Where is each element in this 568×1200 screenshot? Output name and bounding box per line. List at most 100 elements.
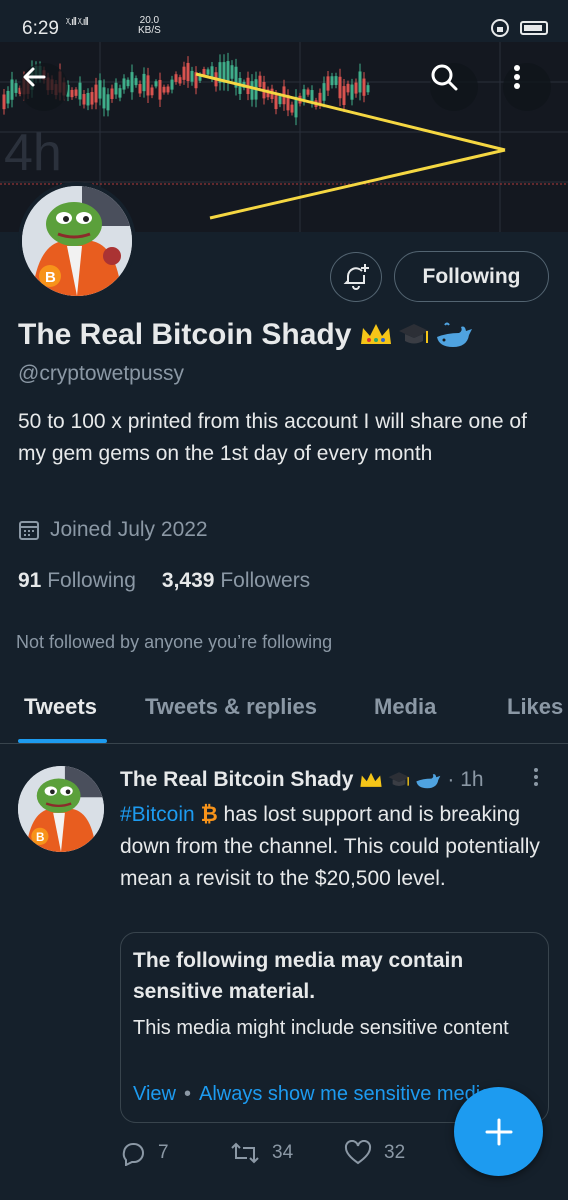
banner-candle-body bbox=[354, 82, 358, 94]
whale-icon bbox=[416, 774, 441, 789]
banner-candle-body bbox=[106, 94, 110, 111]
retweet-icon bbox=[231, 1142, 259, 1164]
banner-candle-body bbox=[326, 76, 330, 91]
tab-tweets[interactable]: Tweets bbox=[24, 694, 97, 720]
banner-candle-body bbox=[362, 78, 366, 96]
lock-rotation-icon bbox=[491, 19, 509, 37]
avatar-bitcoin-badge: B bbox=[45, 269, 56, 286]
active-tab-indicator bbox=[18, 739, 107, 743]
tweet-text: #Bitcoin ₿ has lost support and is break… bbox=[120, 803, 540, 890]
network-speed: 20.0 KB/S bbox=[138, 15, 161, 36]
like-action[interactable]: 32 bbox=[344, 1140, 405, 1166]
crown-icon bbox=[361, 324, 392, 344]
banner-candle-body bbox=[170, 79, 174, 90]
banner-candle-body bbox=[274, 95, 278, 110]
banner-candle-body bbox=[322, 83, 326, 101]
banner-candle-body bbox=[306, 89, 310, 95]
back-button[interactable] bbox=[20, 63, 68, 111]
search-button[interactable] bbox=[430, 63, 478, 111]
bell-plus-icon bbox=[343, 264, 369, 290]
avatar-small-bitcoin-badge: B bbox=[36, 831, 44, 844]
banner-candle-body bbox=[14, 83, 18, 93]
tweet-author-emojis bbox=[359, 770, 441, 790]
banner-candle-body bbox=[118, 88, 122, 98]
banner-candle-body bbox=[334, 76, 338, 85]
banner-candle-body bbox=[70, 89, 74, 98]
not-followed-notice: Not followed by anyone you’re following bbox=[16, 632, 333, 652]
banner-candle-body bbox=[166, 86, 170, 93]
status-right bbox=[490, 18, 548, 38]
tab-likes[interactable]: Likes bbox=[507, 694, 563, 720]
banner-candle-body bbox=[250, 81, 254, 100]
banner-candle-body bbox=[178, 77, 182, 84]
follow-stats: 91 Following 3,439 Followers bbox=[18, 569, 310, 593]
banner-candle-body bbox=[78, 82, 82, 100]
banner-candle-body bbox=[134, 78, 138, 86]
banner-candle-body bbox=[86, 92, 90, 106]
tab-tweets-replies[interactable]: Tweets & replies bbox=[145, 694, 317, 720]
banner-candle-body bbox=[330, 76, 334, 86]
status-time: 6:29 bbox=[22, 18, 59, 39]
banner-candle-body bbox=[210, 66, 214, 78]
banner-candle-body bbox=[290, 104, 294, 113]
reply-icon bbox=[122, 1142, 144, 1166]
banner-candle-body bbox=[74, 89, 78, 96]
banner-candle-body bbox=[162, 86, 166, 93]
banner-candle-body bbox=[190, 70, 194, 82]
tweet-author-avatar[interactable]: B bbox=[18, 766, 104, 852]
following-stat[interactable]: 91 Following bbox=[18, 569, 136, 593]
calendar-icon bbox=[19, 521, 39, 540]
banner-candle-body bbox=[182, 66, 186, 80]
search-icon bbox=[431, 64, 458, 91]
tweet-author-name[interactable]: The Real Bitcoin Shady bbox=[120, 768, 353, 792]
banner-candle-body bbox=[110, 88, 114, 99]
banner-candle-body bbox=[342, 86, 346, 106]
arrow-left-icon bbox=[23, 67, 46, 87]
reply-action[interactable]: 7 bbox=[120, 1140, 169, 1166]
banner-candle-body bbox=[230, 65, 234, 79]
tweet-timestamp[interactable]: · 1h bbox=[447, 768, 483, 792]
more-options-button[interactable] bbox=[503, 63, 551, 111]
banner-candle-body bbox=[126, 79, 130, 87]
banner-candle-body bbox=[6, 90, 10, 104]
profile-avatar[interactable]: B bbox=[18, 182, 136, 300]
banner-candle-body bbox=[154, 81, 158, 87]
banner-candle-body bbox=[258, 75, 262, 87]
banner-candle-body bbox=[102, 87, 106, 109]
compose-tweet-button[interactable] bbox=[454, 1087, 543, 1176]
joined-date: Joined July 2022 bbox=[18, 518, 208, 542]
tweet-header: The Real Bitcoin Shady · 1h bbox=[120, 768, 484, 792]
view-media-link[interactable]: View bbox=[133, 1083, 176, 1105]
more-vertical-icon bbox=[514, 65, 520, 89]
tweet-more-button[interactable] bbox=[528, 766, 544, 795]
banner-candle-body bbox=[358, 71, 362, 93]
banner-candle-body bbox=[278, 96, 282, 105]
banner-candle-body bbox=[226, 61, 230, 83]
banner-candle-body bbox=[206, 69, 210, 75]
banner-candle-body bbox=[114, 82, 118, 95]
followers-stat[interactable]: 3,439 Followers bbox=[162, 569, 310, 593]
notifications-bell-button[interactable] bbox=[330, 252, 382, 302]
banner-candle-body bbox=[338, 76, 342, 99]
status-bar: 6:29 ᵡ.ıll ᵡ.ıll 20.0 KB/S bbox=[0, 0, 568, 42]
banner-candle-body bbox=[150, 87, 154, 96]
pepe-avatar-image: B bbox=[22, 186, 132, 296]
link-separator: • bbox=[184, 1083, 192, 1105]
banner-candle-body bbox=[350, 84, 354, 100]
always-show-sensitive-link[interactable]: Always show me sensitive media bbox=[199, 1083, 491, 1105]
sensitive-body: This media might include sensitive conte… bbox=[133, 1017, 509, 1039]
graduation-cap-icon bbox=[388, 772, 410, 786]
banner-candle-body bbox=[202, 68, 206, 76]
hashtag-link[interactable]: #Bitcoin bbox=[120, 803, 195, 826]
banner-candle-body bbox=[142, 73, 146, 92]
bitcoin-emoji: ₿ bbox=[200, 803, 218, 826]
tab-media[interactable]: Media bbox=[374, 694, 436, 720]
plus-icon bbox=[485, 1118, 512, 1145]
whale-icon bbox=[437, 322, 473, 347]
crown-icon bbox=[360, 772, 382, 787]
profile-bio: 50 to 100 x printed from this account I … bbox=[18, 410, 527, 465]
retweet-action[interactable]: 34 bbox=[230, 1140, 293, 1166]
banner-candle-body bbox=[158, 79, 162, 100]
banner-candle-body bbox=[138, 84, 142, 94]
following-button[interactable]: Following bbox=[394, 251, 549, 302]
